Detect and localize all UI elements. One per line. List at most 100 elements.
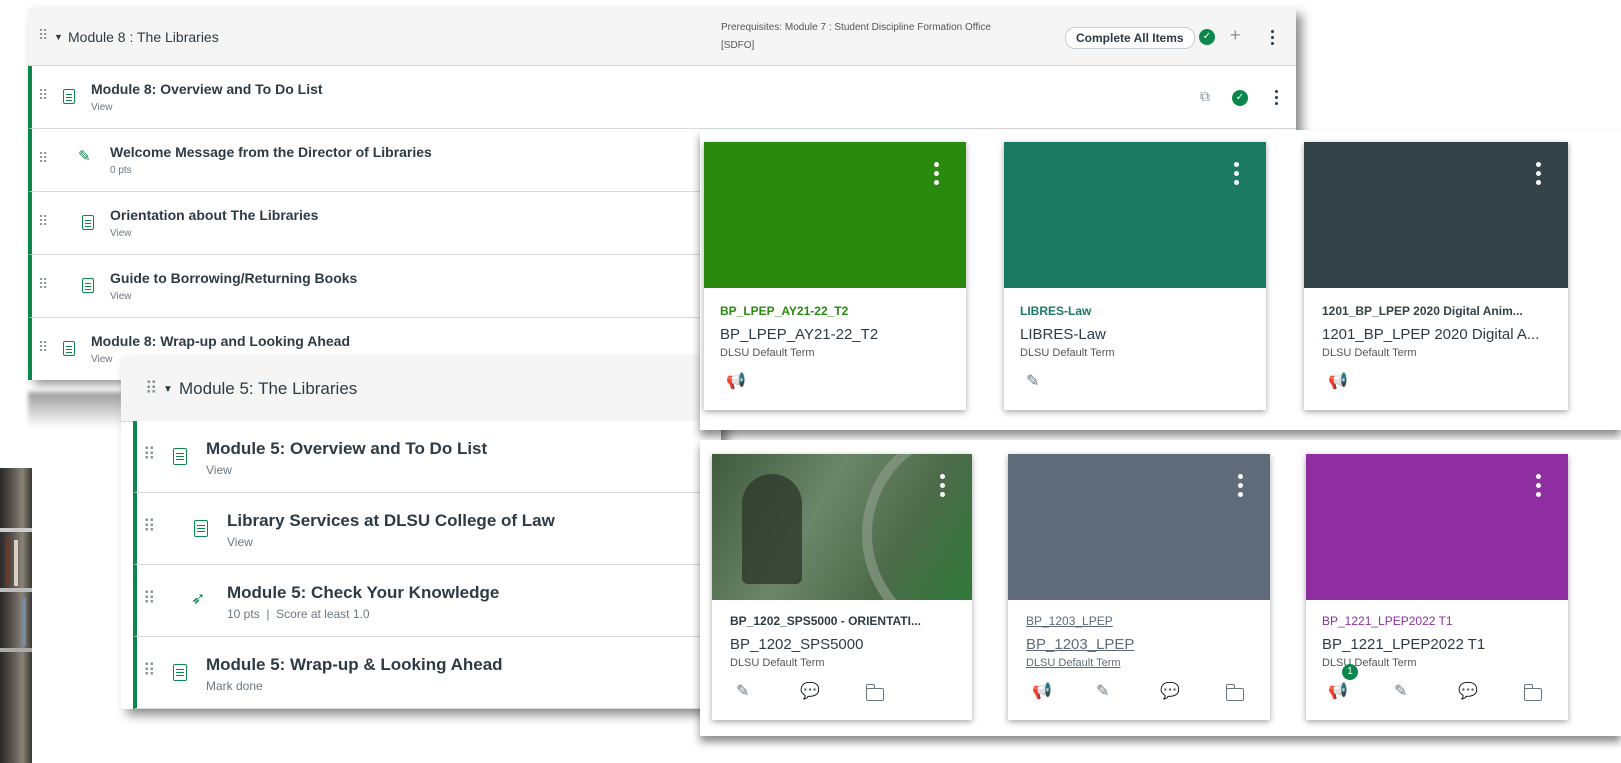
course-card[interactable]: BP_1202_SPS5000 - ORIENTATI... BP_1202_S… [712,454,972,720]
drag-handle-icon[interactable]: ⠿ [143,445,155,465]
item-title[interactable]: Module 5: Check Your Knowledge [227,583,499,603]
course-name[interactable]: BP_1221_LPEP2022 T1 [1322,636,1485,653]
course-name[interactable]: BP_LPEP_AY21-22_T2 [720,326,878,343]
complete-all-items-pill[interactable]: Complete All Items [1065,27,1195,49]
assignment-icon: ✎ [78,148,91,165]
item-subtitle: View [110,291,132,302]
item-options-kebab-icon[interactable] [1275,90,1279,108]
module-item[interactable]: ⠿ Module 8: Overview and To Do List View… [28,66,1296,129]
course-card[interactable]: BP_1221_LPEP2022 T1 BP_1221_LPEP2022 T1 … [1306,454,1568,720]
drag-handle-icon[interactable]: ⠿ [38,339,48,356]
item-title[interactable]: Module 8: Overview and To Do List [91,81,323,97]
course-name[interactable]: LIBRES-Law [1020,326,1106,343]
item-subtitle: Mark done [206,679,263,693]
card-options-kebab-icon[interactable] [1536,162,1541,189]
course-term: DLSU Default Term [1026,657,1121,669]
card-hero[interactable] [704,142,966,288]
course-card[interactable]: BP_LPEP_AY21-22_T2 BP_LPEP_AY21-22_T2 DL… [704,142,966,410]
item-title[interactable]: Welcome Message from the Director of Lib… [110,144,432,160]
page-icon [82,215,94,230]
discussions-icon[interactable]: 💬 [1458,684,1478,700]
announcements-icon[interactable]: 📢 [726,374,746,390]
item-subtitle: View [91,354,113,365]
page-icon [63,89,75,104]
module-item[interactable]: ⠿ Library Services at DLSU College of La… [133,493,721,565]
assignments-icon[interactable]: ✎ [1096,684,1109,700]
module-item[interactable]: ⠿ Module 5: Overview and To Do List View [133,421,721,493]
card-options-kebab-icon[interactable] [934,162,939,189]
module-8-header[interactable]: ⠿ ▼ Module 8 : The Libraries Prerequisit… [28,8,1296,66]
card-hero[interactable] [1304,142,1568,288]
item-title[interactable]: Orientation about The Libraries [110,207,318,223]
discussions-icon[interactable]: 💬 [1160,684,1180,700]
card-hero[interactable] [1306,454,1568,600]
item-title[interactable]: Guide to Borrowing/Returning Books [110,270,357,286]
course-name[interactable]: BP_1203_LPEP [1026,636,1134,653]
course-code[interactable]: BP_1221_LPEP2022 T1 [1322,614,1453,628]
files-folder-icon[interactable] [1225,684,1244,701]
drag-handle-icon[interactable]: ⠿ [38,276,48,293]
course-code[interactable]: LIBRES-Law [1020,304,1091,318]
page-icon [173,448,187,465]
module-5-title: Module 5: The Libraries [179,379,358,398]
drag-handle-icon[interactable]: ⠿ [143,661,155,681]
item-subtitle: View [206,463,232,477]
page-icon [173,664,187,681]
files-folder-icon[interactable] [865,684,884,701]
module-5-panel: ⠿ ▼ Module 5: The Libraries ⠿ Module 5: … [121,357,721,709]
course-code[interactable]: BP_1203_LPEP [1026,614,1113,628]
assignments-icon[interactable]: ✎ [736,684,749,700]
card-options-kebab-icon[interactable] [940,474,945,501]
assignments-icon[interactable]: ✎ [1394,684,1407,700]
course-code[interactable]: BP_1202_SPS5000 - ORIENTATI... [730,614,921,628]
course-term: DLSU Default Term [1322,657,1417,669]
course-card[interactable]: BP_1203_LPEP BP_1203_LPEP DLSU Default T… [1008,454,1270,720]
item-title[interactable]: Module 8: Wrap-up and Looking Ahead [91,333,350,349]
drag-handle-icon[interactable]: ⠿ [38,87,48,104]
item-subtitle: View [110,228,132,239]
assignments-icon[interactable]: ✎ [1026,374,1039,390]
collapse-caret-icon[interactable]: ▼ [163,384,173,395]
add-item-icon[interactable]: + [1230,25,1241,46]
announcements-icon[interactable]: 📢 [1328,684,1348,700]
drag-handle-icon[interactable]: ⠿ [143,517,155,537]
completed-check-icon: ✓ [1199,29,1215,45]
drag-handle-icon[interactable]: ⠿ [38,150,48,167]
card-options-kebab-icon[interactable] [1238,474,1243,501]
item-subtitle: 0 pts [110,165,132,176]
course-name[interactable]: 1201_BP_LPEP 2020 Digital A... [1322,326,1539,343]
prerequisites-text: Prerequisites: Module 7 : Student Discip… [721,22,991,33]
item-subtitle: View [91,102,113,113]
module-item[interactable]: ⠿ ➶ Module 5: Check Your Knowledge 10 pt… [133,565,721,637]
course-term: DLSU Default Term [1020,347,1115,359]
module-5-header[interactable]: ⠿ ▼ Module 5: The Libraries [121,357,721,422]
card-options-kebab-icon[interactable] [1536,474,1541,501]
card-options-kebab-icon[interactable] [1234,162,1239,189]
drag-handle-icon[interactable]: ⠿ [143,589,155,609]
course-term: DLSU Default Term [730,657,825,669]
course-code[interactable]: 1201_BP_LPEP 2020 Digital Anim... [1322,304,1523,318]
course-name[interactable]: BP_1202_SPS5000 [730,636,863,653]
course-card[interactable]: 1201_BP_LPEP 2020 Digital Anim... 1201_B… [1304,142,1568,410]
card-hero-image[interactable] [712,454,972,600]
quiz-rocket-icon: ➶ [191,589,206,608]
drag-handle-icon[interactable]: ⠿ [38,213,48,230]
course-code[interactable]: BP_LPEP_AY21-22_T2 [720,304,848,318]
item-title[interactable]: Module 5: Overview and To Do List [206,439,487,459]
collapse-caret-icon[interactable]: ▼ [54,32,63,42]
item-title[interactable]: Module 5: Wrap-up & Looking Ahead [206,655,503,675]
announcements-icon[interactable]: 📢 [1328,374,1348,390]
duplicate-icon[interactable]: ⧉ [1200,88,1210,105]
module-item[interactable]: ⠿ Module 5: Wrap-up & Looking Ahead Mark… [133,637,721,709]
discussions-icon[interactable]: 💬 [800,684,820,700]
announcements-icon[interactable]: 📢 [1032,684,1052,700]
drag-handle-icon[interactable]: ⠿ [38,27,48,44]
files-folder-icon[interactable] [1523,684,1542,701]
item-title[interactable]: Library Services at DLSU College of Law [227,511,555,531]
card-hero[interactable] [1008,454,1270,600]
course-term: DLSU Default Term [1322,347,1417,359]
drag-handle-icon[interactable]: ⠿ [145,379,157,399]
module-options-kebab-icon[interactable] [1271,30,1275,48]
card-hero[interactable] [1004,142,1266,288]
course-card[interactable]: LIBRES-Law LIBRES-Law DLSU Default Term … [1004,142,1266,410]
